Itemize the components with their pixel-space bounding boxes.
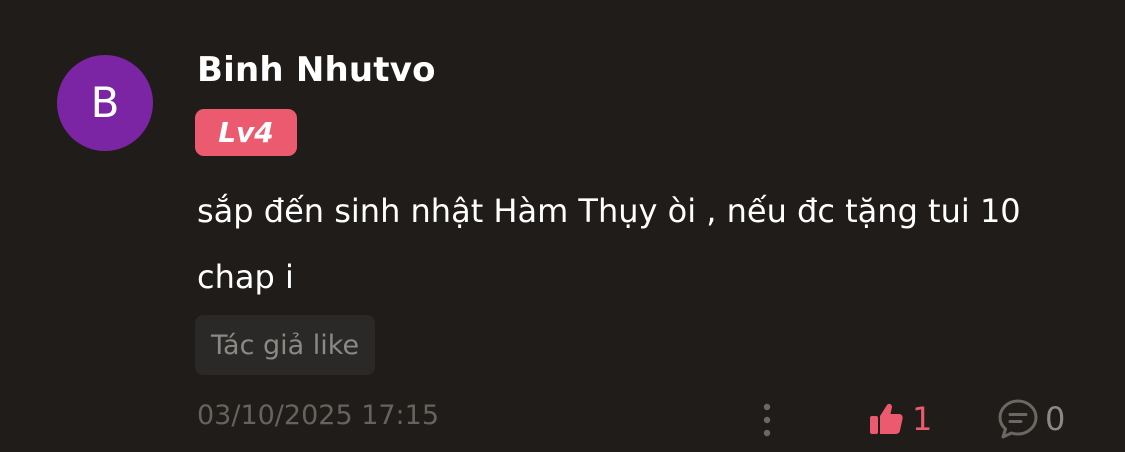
level-label: Lv4 [218, 116, 274, 149]
more-vertical-icon [763, 403, 771, 437]
comment-card: B Binh Nhutvo Lv4 sắp đến sinh nhật Hàm … [0, 0, 1125, 452]
reply-count: 0 [1045, 400, 1066, 438]
avatar-letter: B [90, 78, 120, 127]
comment-bubble-icon [998, 399, 1038, 439]
like-button[interactable]: 1 [868, 396, 932, 442]
author-like-tag: Tác giả like [195, 315, 376, 375]
author-like-label: Tác giả like [211, 329, 360, 361]
more-options-button[interactable] [752, 400, 782, 440]
level-badge: Lv4 [195, 109, 297, 156]
like-count: 1 [912, 400, 933, 438]
timestamp: 03/10/2025 17:15 [197, 400, 440, 431]
reply-button[interactable]: 0 [997, 396, 1065, 442]
comment-text: sắp đến sinh nhật Hàm Thụy òi , nếu đc t… [197, 192, 1021, 296]
username[interactable]: Binh Nhutvo [197, 50, 436, 90]
avatar[interactable]: B [57, 55, 153, 151]
thumbs-up-icon [870, 403, 903, 434]
